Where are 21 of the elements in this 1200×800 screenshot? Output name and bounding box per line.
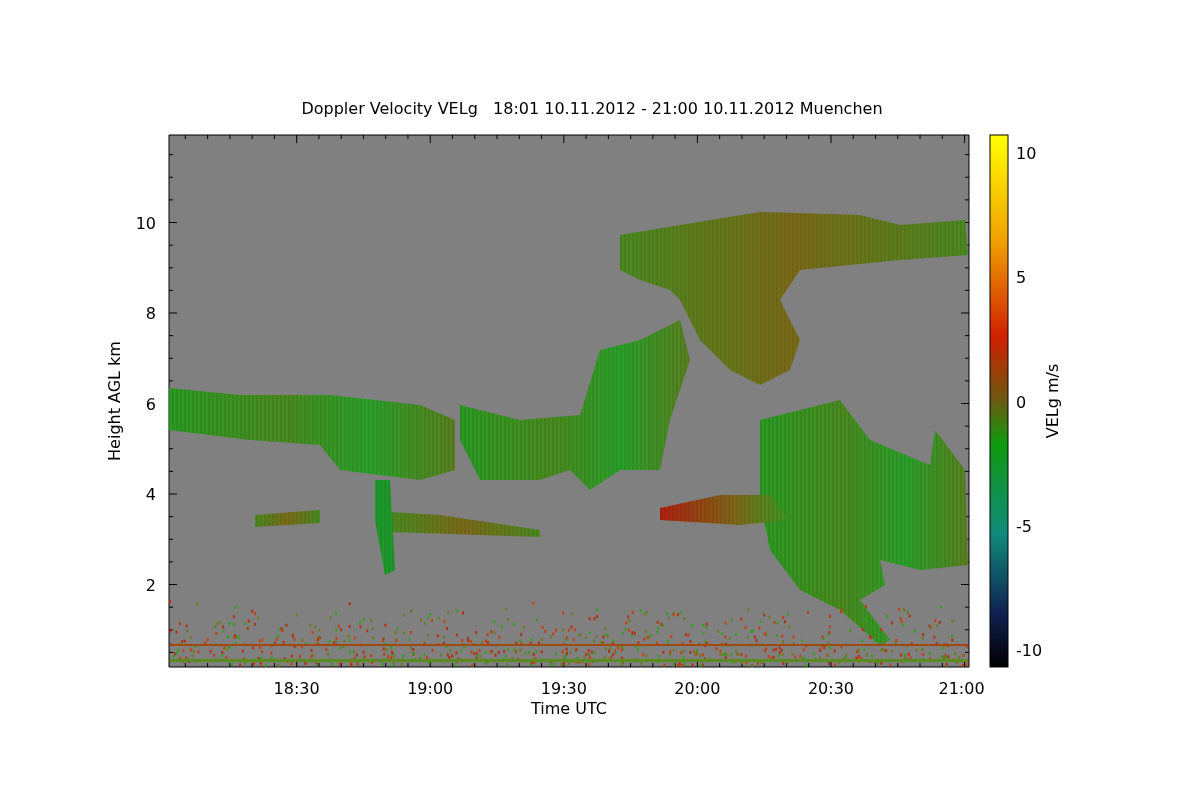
chart-title: Doppler Velocity VELg 18:01 10.11.2012 - 21:00 10.11.2012 Muenchen: [301, 99, 883, 118]
tick-label: 0: [1016, 392, 1027, 412]
tick-label: 10: [135, 213, 156, 233]
tick-label: 5: [1016, 268, 1027, 288]
tick-label: 18:30: [273, 679, 320, 698]
colorbar-label: VELg m/s: [1043, 363, 1062, 439]
tick-label: 2: [145, 575, 156, 595]
tick-label: 20:00: [674, 679, 721, 698]
tick-label: -5: [1016, 516, 1032, 536]
echo-region: [255, 510, 320, 527]
tick-label: 20:30: [807, 679, 855, 698]
tick-label: 19:30: [540, 679, 587, 698]
tick-label: 19:00: [407, 679, 454, 698]
tick-label: 10: [1016, 144, 1037, 163]
y-axis-label: Height AGL km: [105, 341, 124, 461]
tick-label: 6: [145, 394, 156, 414]
x-axis-label: Time UTC: [531, 699, 607, 718]
tick-label: 21:00: [938, 679, 985, 698]
tick-label: 4: [145, 485, 156, 504]
tick-label: 8: [145, 304, 156, 323]
tick-label: -10: [1016, 641, 1043, 661]
